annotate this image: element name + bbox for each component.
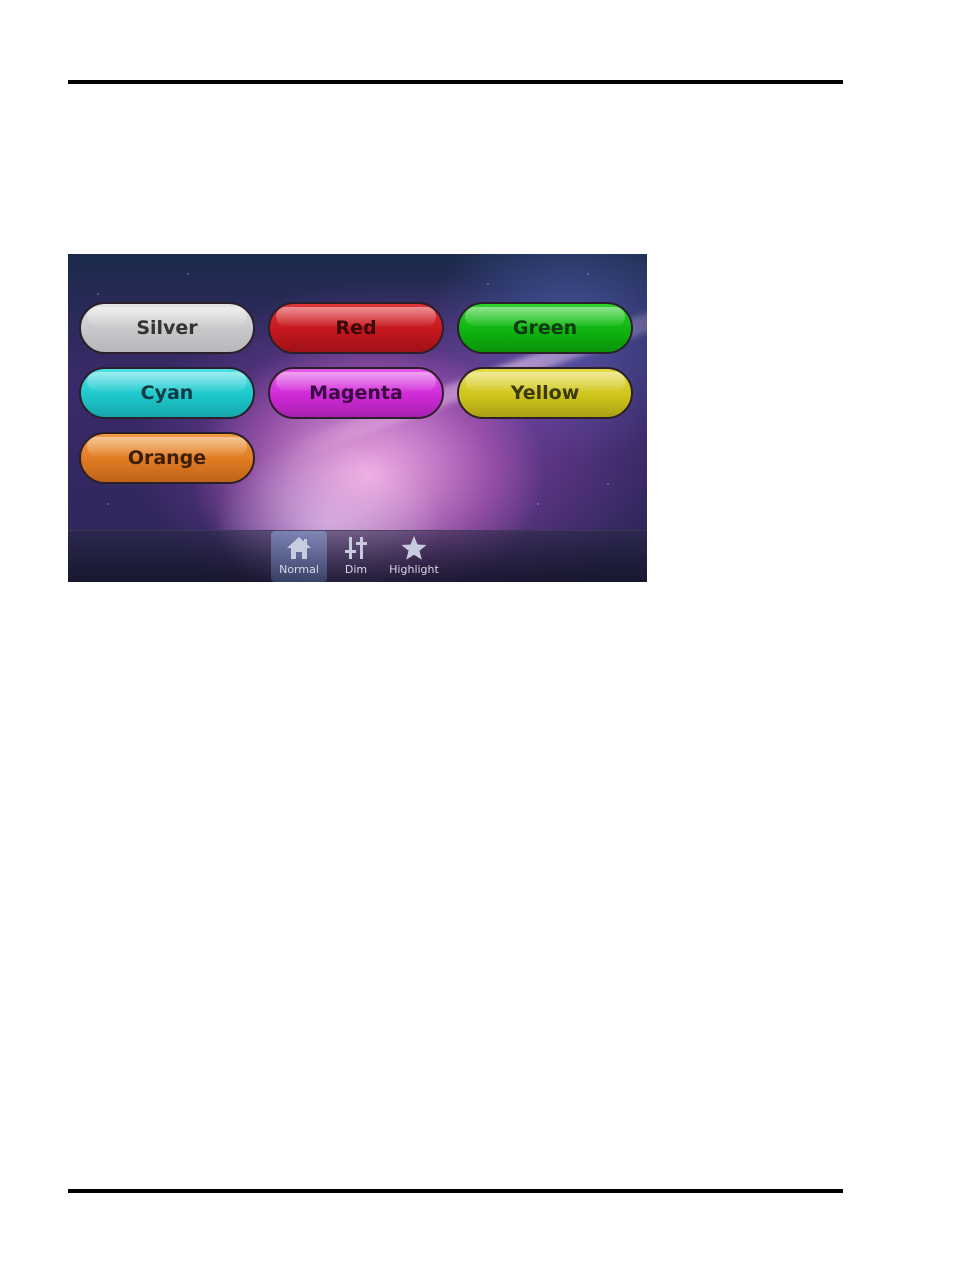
orange-button-label: Orange — [127, 447, 207, 469]
cyan-button[interactable]: Cyan — [79, 367, 255, 419]
bottom-nav-bar: Normal Dim Highlight — [68, 530, 647, 582]
magenta-button-label: Magenta — [309, 382, 403, 404]
nav-item-highlight[interactable]: Highlight — [386, 531, 442, 582]
touch-screen-panel: Silver Red Green Cyan Magenta Yellow Ora… — [68, 254, 647, 582]
red-button[interactable]: Red — [268, 302, 444, 354]
document-page: Silver Red Green Cyan Magenta Yellow Ora… — [0, 0, 954, 1272]
yellow-button[interactable]: Yellow — [457, 367, 633, 419]
green-button[interactable]: Green — [457, 302, 633, 354]
yellow-button-label: Yellow — [510, 382, 580, 404]
cyan-button-label: Cyan — [140, 382, 194, 404]
green-button-label: Green — [512, 317, 578, 339]
nav-item-highlight-label: Highlight — [389, 563, 439, 576]
nav-item-dim[interactable]: Dim — [339, 531, 373, 582]
sliders-icon — [345, 537, 367, 559]
nav-item-normal-label: Normal — [279, 563, 319, 576]
bottom-rule — [68, 1189, 843, 1193]
nav-item-normal[interactable]: Normal — [271, 531, 327, 582]
home-icon — [287, 537, 311, 559]
orange-button[interactable]: Orange — [79, 432, 255, 484]
star-icon — [401, 536, 427, 560]
silver-button[interactable]: Silver — [79, 302, 255, 354]
nav-item-dim-label: Dim — [344, 563, 368, 576]
red-button-label: Red — [335, 317, 377, 339]
magenta-button[interactable]: Magenta — [268, 367, 444, 419]
top-rule — [68, 80, 843, 84]
silver-button-label: Silver — [136, 317, 198, 339]
